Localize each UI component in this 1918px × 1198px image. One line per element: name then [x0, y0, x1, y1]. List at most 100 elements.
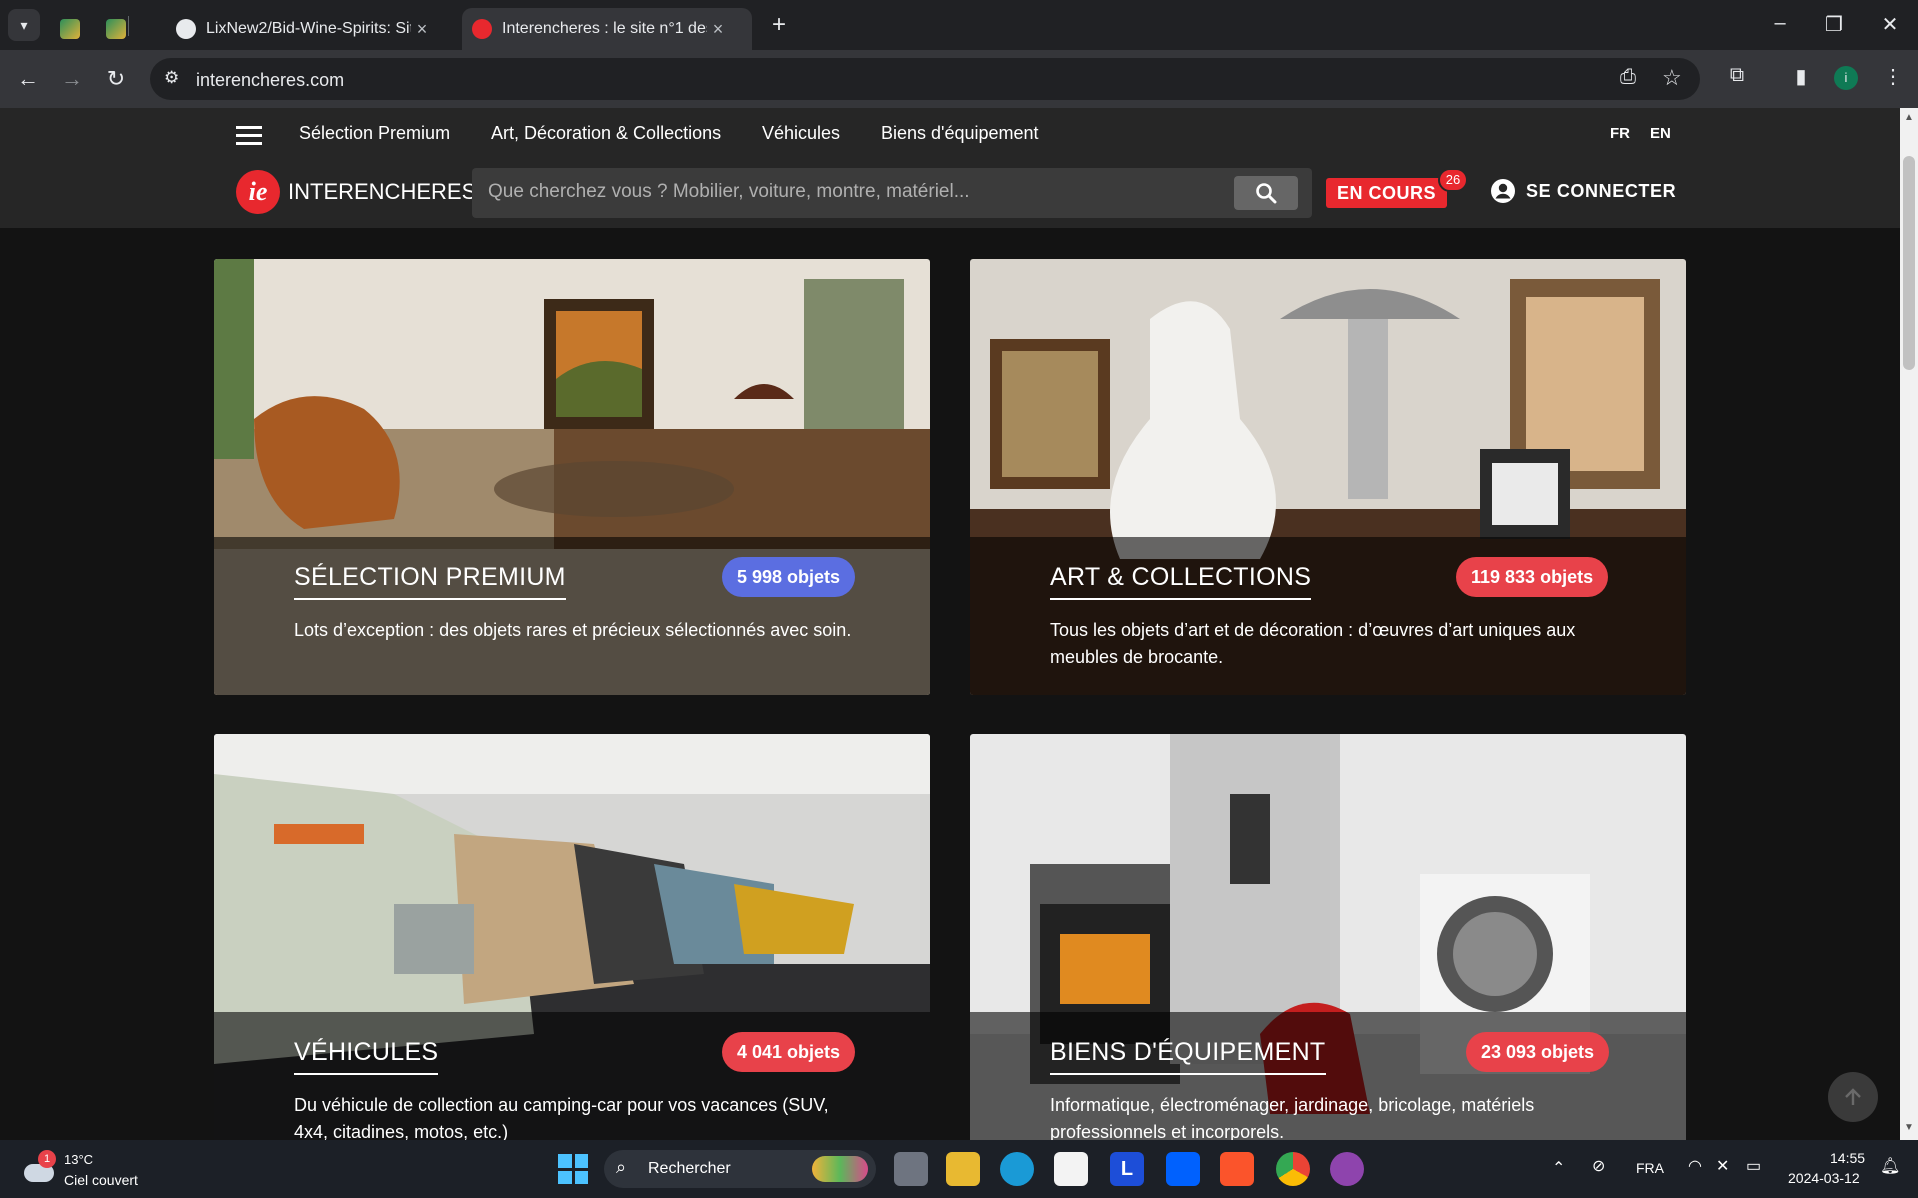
chrome-icon[interactable]: [1276, 1152, 1310, 1186]
search-button[interactable]: [1234, 176, 1298, 210]
search-icon: ⌕: [616, 1157, 627, 1177]
app-l-icon[interactable]: L: [1110, 1152, 1144, 1186]
scrollbar-thumb[interactable]: [1903, 156, 1915, 370]
tab-pinned-1[interactable]: [50, 8, 90, 50]
speaker-muted-icon[interactable]: ✕: [1716, 1156, 1729, 1176]
github-desktop-icon[interactable]: [1330, 1152, 1364, 1186]
objects-count-badge: 23 093 objets: [1466, 1032, 1610, 1072]
clock-date[interactable]: 2024-03-12: [1788, 1170, 1860, 1186]
search-input[interactable]: [488, 181, 1248, 203]
card-description: Tous les objets d’art et de décoration :…: [1050, 620, 1576, 667]
edge-icon[interactable]: [1000, 1152, 1034, 1186]
notification-bell-icon[interactable]: 🔔︎: [1880, 1156, 1900, 1176]
battery-icon[interactable]: ▭: [1746, 1156, 1761, 1176]
github-icon: [176, 19, 196, 39]
close-tab-icon[interactable]: ×: [411, 19, 433, 40]
weather-widget[interactable]: 1 13°C Ciel couvert: [20, 1148, 160, 1192]
page-scrollbar[interactable]: ▲ ▼: [1900, 108, 1918, 1140]
minimize-icon[interactable]: –: [1760, 12, 1800, 35]
hamburger-menu-icon[interactable]: [236, 126, 262, 146]
nav-selection-premium[interactable]: Sélection Premium: [299, 123, 450, 144]
forward-icon[interactable]: →: [56, 63, 88, 95]
tab-title: LixNew2/Bid-Wine-Spirits: Site: [206, 20, 411, 37]
nav-vehicules[interactable]: Véhicules: [762, 123, 840, 144]
restore-icon[interactable]: ❐: [1814, 12, 1854, 37]
objects-count-badge: 5 998 objets: [722, 557, 856, 597]
lang-en[interactable]: EN: [1650, 125, 1671, 142]
tab-title: Interencheres : le site n°1 des ve: [502, 20, 707, 37]
lang-fr[interactable]: FR: [1610, 125, 1630, 142]
address-bar[interactable]: ⚙ interencheres.com ⎙ ☆: [150, 58, 1700, 100]
clock-time[interactable]: 14:55: [1830, 1150, 1865, 1166]
task-view-icon[interactable]: [894, 1152, 928, 1186]
search-bar: [472, 168, 1312, 218]
objects-count-badge: 119 833 objets: [1456, 557, 1609, 597]
show-hidden-icons[interactable]: ⌃: [1552, 1158, 1565, 1178]
site-info-icon[interactable]: ⚙: [164, 68, 179, 88]
category-card-art[interactable]: ART & COLLECTIONS 119 833 objets Tous le…: [970, 259, 1686, 695]
card-title: VÉHICULES: [294, 1038, 439, 1075]
bookmark-star-icon[interactable]: ☆: [1662, 65, 1682, 91]
close-window-icon[interactable]: ✕: [1870, 12, 1910, 37]
browser-menu-icon[interactable]: ⋮: [1878, 64, 1908, 89]
dropbox-icon[interactable]: [1166, 1152, 1200, 1186]
login-label: SE CONNECTER: [1526, 180, 1677, 201]
page-viewport: Sélection Premium Art, Décoration & Coll…: [0, 108, 1900, 1140]
weather-temp: 13°C: [64, 1152, 94, 1167]
windows-taskbar: 1 13°C Ciel couvert ⌕ Rechercher L ⌃ ⊘ F…: [0, 1140, 1918, 1198]
network-off-icon[interactable]: ⊘: [1592, 1156, 1605, 1176]
card-description: Informatique, électroménager, jardinage,…: [1050, 1095, 1535, 1140]
en-cours-count-badge: 26: [1438, 168, 1468, 192]
brave-icon[interactable]: [1220, 1152, 1254, 1186]
app-favicon-icon: [106, 19, 126, 39]
en-cours-button[interactable]: EN COURS: [1326, 178, 1448, 208]
objects-count-badge: 4 041 objets: [722, 1032, 856, 1072]
tab-search-dropdown[interactable]: ▾: [8, 9, 40, 41]
search-highlight-icon: [812, 1156, 868, 1182]
side-panel-icon[interactable]: ▮: [1786, 64, 1816, 89]
browser-tab-strip: ▾ LixNew2/Bid-Wine-Spirits: Site × Inter…: [0, 0, 1918, 50]
nav-art-decoration[interactable]: Art, Décoration & Collections: [491, 123, 721, 144]
file-explorer-icon[interactable]: [946, 1152, 980, 1186]
install-app-icon[interactable]: ⎙: [1620, 66, 1636, 89]
card-description: Du véhicule de collection au camping-car…: [294, 1095, 829, 1140]
scroll-up-arrow-icon[interactable]: ▲: [1904, 112, 1914, 123]
category-card-equipement[interactable]: BIENS D'ÉQUIPEMENT 23 093 objets Informa…: [970, 734, 1686, 1140]
wifi-icon[interactable]: ◠: [1688, 1156, 1702, 1176]
screen: ▾ LixNew2/Bid-Wine-Spirits: Site × Inter…: [0, 0, 1918, 1198]
weather-desc: Ciel couvert: [64, 1172, 138, 1188]
arrow-up-icon: [1845, 1088, 1861, 1105]
close-tab-icon[interactable]: ×: [707, 19, 729, 40]
ms-store-icon[interactable]: [1054, 1152, 1088, 1186]
card-title: BIENS D'ÉQUIPEMENT: [1050, 1038, 1326, 1075]
taskbar-search-label: Rechercher: [648, 1160, 731, 1177]
search-icon: [1256, 183, 1277, 204]
profile-avatar[interactable]: i: [1834, 66, 1858, 90]
category-card-vehicules[interactable]: VÉHICULES 4 041 objets Du véhicule de co…: [214, 734, 930, 1140]
nav-biens-equipement[interactable]: Biens d'équipement: [881, 123, 1039, 144]
new-tab-button[interactable]: +: [764, 10, 794, 40]
scroll-to-top-button[interactable]: [1828, 1072, 1878, 1122]
card-description: Lots d’exception : des objets rares et p…: [294, 620, 852, 640]
logo-text: INTERENCHERES: [288, 179, 477, 204]
tab-interencheres[interactable]: Interencheres : le site n°1 des ve ×: [462, 8, 752, 50]
back-icon[interactable]: ←: [12, 63, 44, 95]
interencheres-favicon-icon: [472, 19, 492, 39]
scroll-down-arrow-icon[interactable]: ▼: [1904, 1122, 1914, 1133]
input-language[interactable]: FRA: [1636, 1160, 1664, 1176]
site-header: Sélection Premium Art, Décoration & Coll…: [0, 108, 1900, 228]
browser-toolbar: ← → ↻ ⚙ interencheres.com ⎙ ☆ ⧉ ▮ i ⋮: [0, 50, 1918, 108]
category-card-premium[interactable]: SÉLECTION PREMIUM 5 998 objets Lots d’ex…: [214, 259, 930, 695]
user-account-icon: [1491, 179, 1515, 203]
app-favicon-icon: [60, 19, 80, 39]
site-logo[interactable]: ie INTERENCHERES: [236, 170, 476, 214]
reload-icon[interactable]: ↻: [100, 63, 132, 95]
windows-start-icon[interactable]: [556, 1152, 590, 1186]
card-title: ART & COLLECTIONS: [1050, 563, 1312, 600]
tab-pinned-2[interactable]: [96, 8, 136, 50]
url-text: interencheres.com: [196, 70, 345, 90]
login-button[interactable]: SE CONNECTER: [1490, 178, 1676, 204]
taskbar-search[interactable]: ⌕ Rechercher: [604, 1150, 876, 1188]
tab-github[interactable]: LixNew2/Bid-Wine-Spirits: Site ×: [166, 8, 456, 50]
extensions-icon[interactable]: ⧉: [1722, 64, 1752, 87]
